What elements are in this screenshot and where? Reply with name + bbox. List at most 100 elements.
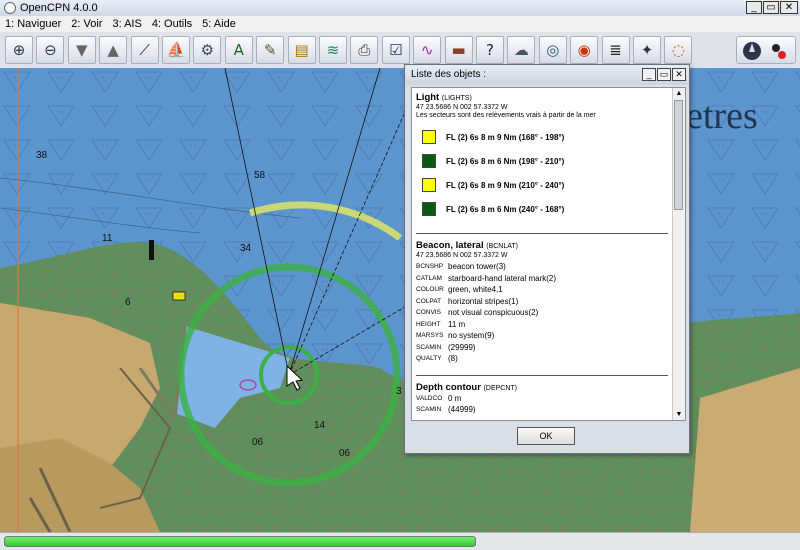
scroll-up-icon[interactable]: ▲ <box>673 88 685 99</box>
scale-up-button[interactable]: ▲ <box>99 36 128 64</box>
object-query-dialog: Liste des objets : _ ▭ ✕ Light (LIGHTS) … <box>404 64 690 454</box>
measure-button[interactable]: ✎ <box>256 36 285 64</box>
notes-button[interactable]: ≣ <box>601 36 630 64</box>
chart-group-button[interactable]: ▤ <box>287 36 316 64</box>
lifebuoy-icon: ◉ <box>577 41 591 59</box>
depth-label: 06 <box>339 448 351 459</box>
buoy-icon <box>172 291 186 301</box>
tide-icon: ≋ <box>326 41 340 59</box>
light-position: 47 23.5686 N 002 57.3372 W <box>416 104 508 111</box>
route-manager-icon: ☑ <box>389 41 403 59</box>
scroll-thumb[interactable] <box>674 100 683 210</box>
dialog-close-button[interactable]: ✕ <box>672 68 686 81</box>
light-sector: FL (2) 6s 8 m 9 Nm (168° - 198°) <box>422 125 668 149</box>
track-button[interactable]: ∿ <box>413 36 442 64</box>
depth-label: 58 <box>254 170 266 181</box>
print-icon: ⎙ <box>358 41 371 59</box>
sector-note: Les secteurs sont des relèvements vrais … <box>416 112 596 119</box>
minimize-button[interactable]: _ <box>746 1 762 14</box>
depth-label: 34 <box>240 243 252 254</box>
attribute-row: SCAMIN (44999) <box>416 405 476 414</box>
menu-ais[interactable]: 3: AIS <box>107 16 146 32</box>
help-icon: ? <box>486 41 494 59</box>
status-bar <box>0 532 800 550</box>
dashboard-button[interactable]: ◎ <box>538 36 567 64</box>
ais-button[interactable]: ▬ <box>444 36 473 64</box>
zoom-in-button[interactable]: ⊕ <box>5 36 33 64</box>
attribute-row: MARSYS no system(9) <box>416 331 495 340</box>
ok-button[interactable]: OK <box>517 427 575 445</box>
dog-button[interactable]: ✦ <box>633 36 661 64</box>
depth-label: 3 <box>396 386 402 397</box>
track-icon: ∿ <box>420 41 434 59</box>
dialog-minimize-button[interactable]: _ <box>642 68 656 81</box>
dialog-title: Liste des objets : <box>411 69 487 80</box>
sector-color-swatch <box>422 178 436 192</box>
attribute-row: HEIGHT 11 m <box>416 319 466 329</box>
scale-up-icon: ▲ <box>107 41 119 59</box>
zoom-out-button[interactable]: ⊖ <box>36 36 65 64</box>
dialog-maximize-button[interactable]: ▭ <box>657 68 671 81</box>
dashboard-icon: ◎ <box>546 41 560 59</box>
compass-button[interactable] <box>736 36 796 64</box>
route-manager-button[interactable]: ☑ <box>381 36 410 64</box>
app-icon <box>4 2 16 14</box>
weather-icon: ☁ <box>513 41 529 59</box>
sector-color-swatch <box>422 154 436 168</box>
light-sector: FL (2) 6s 8 m 6 Nm (198° - 210°) <box>422 149 668 173</box>
light-header: Light (LIGHTS) <box>416 92 472 103</box>
lifebuoy-button[interactable]: ◉ <box>570 36 599 64</box>
attribute-row: QUALTY (8) <box>416 354 458 363</box>
beacon-header: Beacon, lateral (BCNLAT) <box>416 240 518 251</box>
print-button[interactable]: ⎙ <box>350 36 379 64</box>
menu-voir[interactable]: 2: Voir <box>66 16 107 32</box>
depth-label: 06 <box>252 437 264 448</box>
depth-label: 11 <box>102 233 113 244</box>
place-name: etres <box>686 95 758 137</box>
dog-icon: ✦ <box>640 41 654 59</box>
object-list[interactable]: Light (LIGHTS) 47 23.5686 N 002 57.3372 … <box>411 87 686 421</box>
route-button[interactable]: ⟋ <box>130 36 159 64</box>
sector-color-swatch <box>422 202 436 216</box>
weather-button[interactable]: ☁ <box>507 36 536 64</box>
scrollbar[interactable]: ▲ ▼ <box>672 88 685 420</box>
rescue-button[interactable]: ◌ <box>664 36 693 64</box>
attribute-row: SCAMIN (29999) <box>416 342 476 352</box>
divider <box>416 233 668 234</box>
ownship-button[interactable]: ⛵ <box>162 36 190 64</box>
sector-color-swatch <box>422 130 436 144</box>
tide-button[interactable]: ≋ <box>319 36 347 64</box>
zoom-out-icon: ⊖ <box>44 41 57 59</box>
scroll-down-icon[interactable]: ▼ <box>673 409 685 420</box>
settings-icon: ⚙ <box>200 41 215 59</box>
notes-icon: ≣ <box>609 41 622 59</box>
beacon-position: 47 23.5686 N 002 57.3372 W <box>416 252 508 259</box>
attribute-row: BCNSHP beacon tower(3) <box>416 262 506 271</box>
depth-label: 14 <box>314 420 326 431</box>
close-button[interactable]: ✕ <box>780 1 798 14</box>
menu-aide[interactable]: 5: Aide <box>197 16 241 32</box>
attribute-row: VALDCO 0 m <box>416 393 462 403</box>
menu-bar: 1: Naviguer 2: Voir 3: AIS 4: Outils 5: … <box>0 16 800 32</box>
settings-button[interactable]: ⚙ <box>193 36 222 64</box>
text-icon: A <box>233 41 244 59</box>
window-title: OpenCPN 4.0.0 <box>20 2 98 14</box>
route-icon: ⟋ <box>139 41 150 59</box>
ownship-icon: ⛵ <box>166 41 186 59</box>
light-sector: FL (2) 6s 8 m 6 Nm (240° - 168°) <box>422 197 668 221</box>
attribute-row: CONVIS not visual conspicuous(2) <box>416 308 539 317</box>
ais-icon: ▬ <box>451 41 466 59</box>
beacon-icon <box>149 240 154 260</box>
menu-outils[interactable]: 4: Outils <box>147 16 197 32</box>
depth-header: Depth contour (DEPCNT) <box>416 381 518 393</box>
attribute-row: COLPAT horizontal stripes(1) <box>416 296 519 306</box>
chart-group-icon: ▤ <box>294 41 309 59</box>
scale-down-button[interactable]: ▼ <box>67 36 96 64</box>
text-button[interactable]: A <box>224 36 253 64</box>
measure-icon: ✎ <box>263 41 277 59</box>
depth-label: 38 <box>36 150 48 161</box>
attribute-row: CATLAM starboard-hand lateral mark(2) <box>416 273 557 283</box>
help-button[interactable]: ? <box>476 36 504 64</box>
menu-naviguer[interactable]: 1: Naviguer <box>0 16 66 32</box>
maximize-button[interactable]: ▭ <box>763 1 779 14</box>
